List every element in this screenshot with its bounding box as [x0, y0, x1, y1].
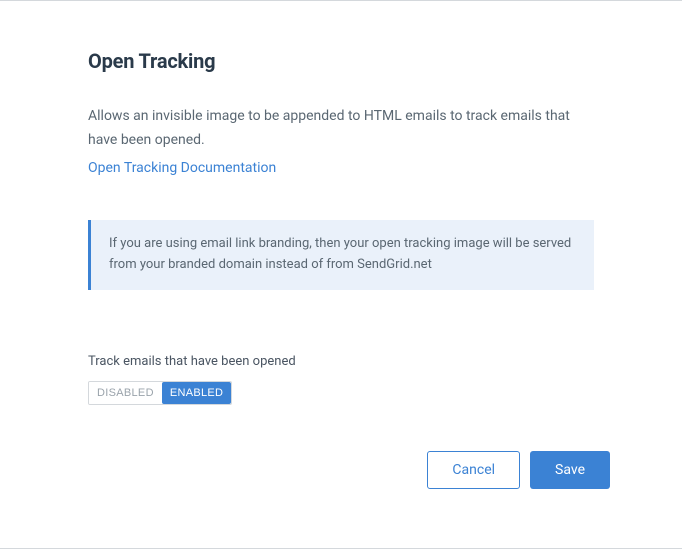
toggle-enabled-button[interactable]: ENABLED: [162, 382, 231, 404]
documentation-link[interactable]: Open Tracking Documentation: [88, 157, 276, 181]
toggle-label: Track emails that have been opened: [88, 354, 594, 369]
description-text: Allows an invisible image to be appended…: [88, 105, 594, 153]
info-notice: If you are using email link branding, th…: [88, 220, 594, 290]
page-title: Open Tracking: [88, 49, 594, 73]
tracking-toggle: DISABLED ENABLED: [88, 381, 232, 405]
toggle-disabled-button[interactable]: DISABLED: [89, 382, 162, 404]
save-button[interactable]: Save: [530, 451, 610, 489]
cancel-button[interactable]: Cancel: [427, 451, 520, 489]
